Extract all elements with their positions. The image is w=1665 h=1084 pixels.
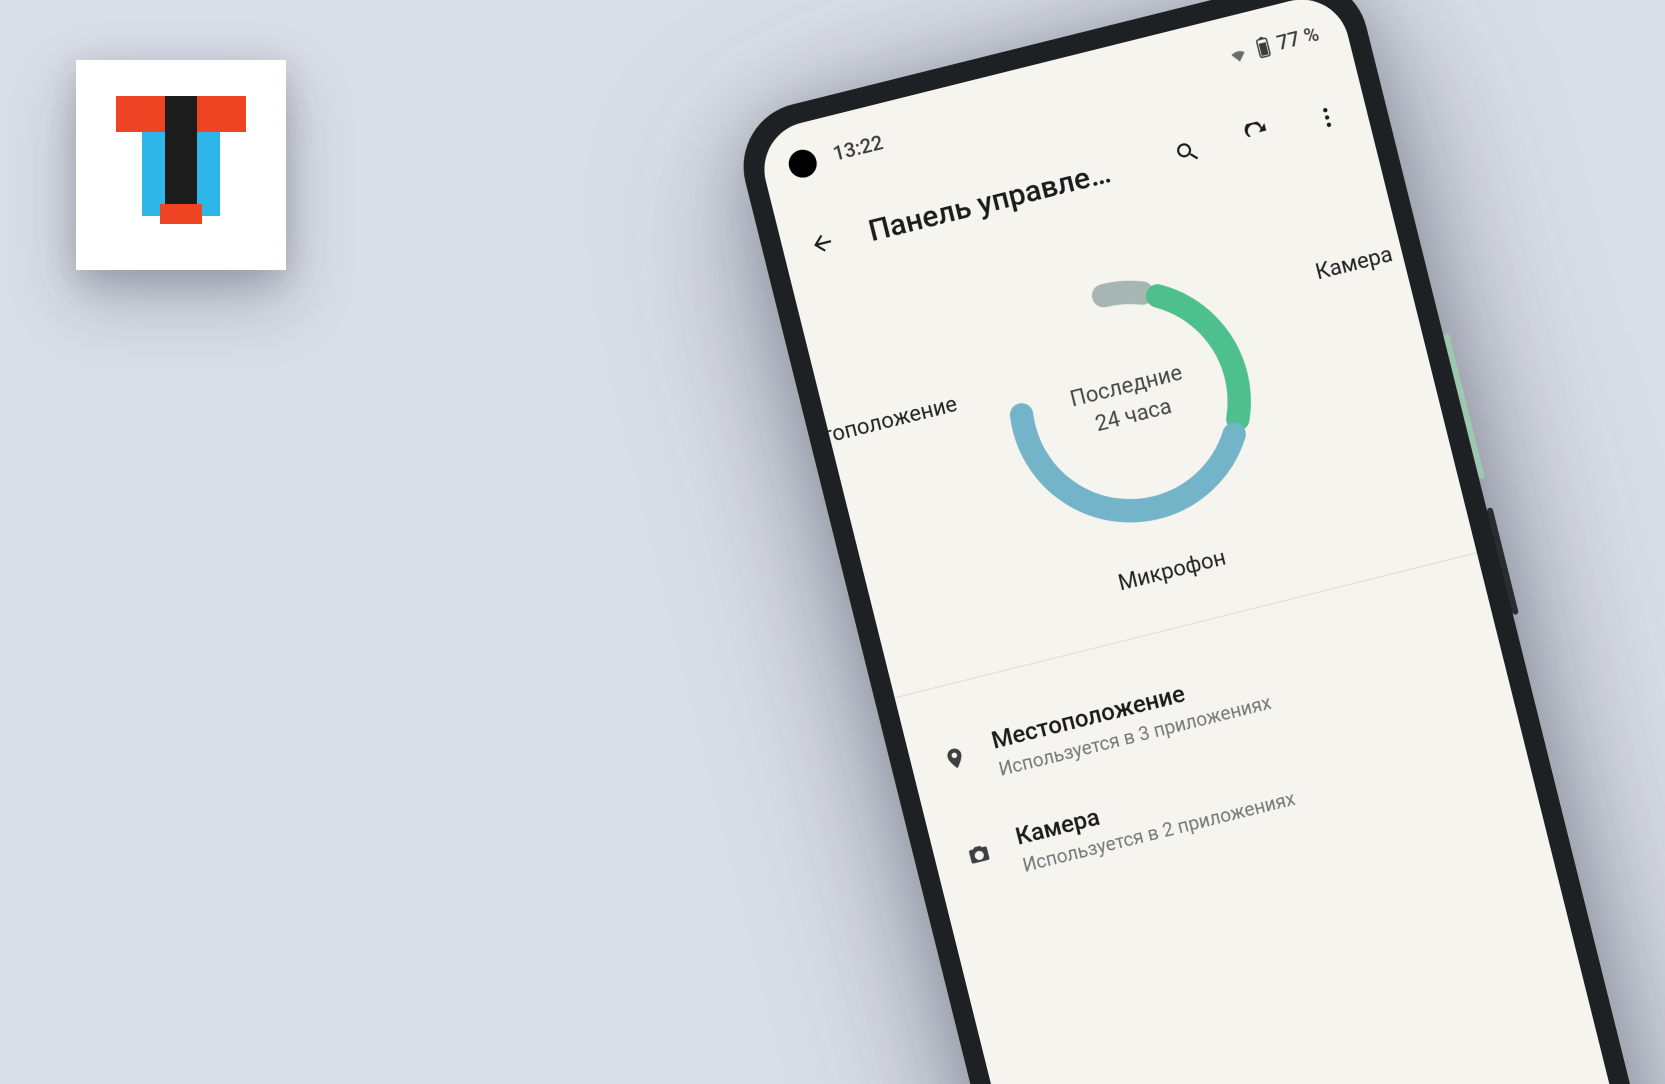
refresh-button[interactable] [1228, 106, 1286, 164]
brand-logo-card [76, 60, 286, 270]
phone-mockup: 13:22 77 % [730, 0, 1665, 1084]
wifi-icon [1224, 39, 1251, 68]
chart-label-location[interactable]: естоположение [797, 392, 960, 455]
overflow-menu-button[interactable] [1298, 88, 1356, 146]
status-time: 13:22 [830, 130, 885, 166]
phone-screen: 13:22 77 % [754, 0, 1641, 1084]
donut-center-label: Последние 24 часа [972, 244, 1287, 559]
brand-logo [116, 96, 246, 236]
phone-body: 13:22 77 % [730, 0, 1665, 1084]
battery-percent: 77 % [1274, 21, 1321, 55]
page-title: Панель управле… [865, 147, 1145, 249]
back-button[interactable] [793, 214, 851, 272]
search-button[interactable] [1158, 123, 1216, 181]
location-pin-icon [936, 739, 975, 778]
chart-label-microphone[interactable]: Микрофон [1116, 545, 1229, 596]
chart-label-camera[interactable]: Камера [1313, 242, 1395, 285]
battery-icon [1253, 33, 1273, 60]
camera-icon [960, 835, 999, 874]
